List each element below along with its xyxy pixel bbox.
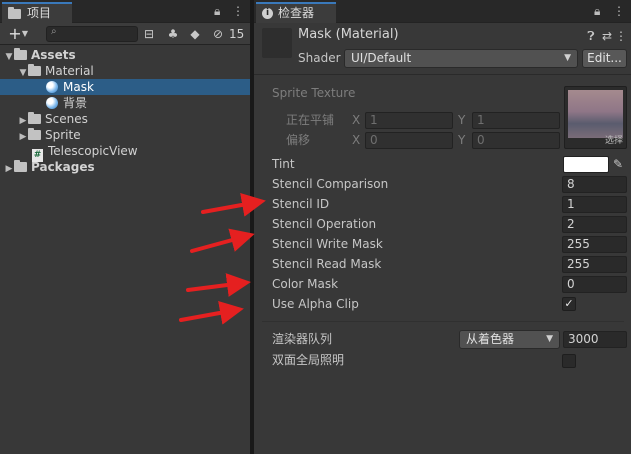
sprite-texture-label: Sprite Texture [272, 86, 356, 100]
tab-inspector-label: 检查器 [278, 6, 315, 20]
tab-inspector[interactable]: i 检查器 [256, 2, 336, 23]
create-dropdown-icon[interactable]: ▼ [19, 26, 31, 42]
edit-shader-button[interactable]: Edit... [582, 49, 627, 68]
header-divider [254, 74, 631, 75]
offset-label: 偏移 [286, 133, 311, 147]
help-icon[interactable]: ❓︎ [584, 28, 598, 44]
tree-item-background[interactable]: 背景 [46, 95, 87, 111]
folder-icon [8, 6, 21, 19]
more-menu-icon[interactable]: ⋮ [232, 4, 244, 18]
shader-value: UI/Default [351, 51, 412, 65]
double-sided-gi-checkbox[interactable] [562, 354, 576, 368]
search-by-type-icon[interactable]: ⊟ [140, 26, 158, 42]
use-alpha-clip-label: Use Alpha Clip [272, 297, 359, 311]
stencil-id-label: Stencil ID [272, 197, 330, 211]
offset-y-field[interactable]: 0 [472, 132, 560, 149]
tree-item-label: Mask [63, 80, 94, 94]
search-input[interactable]: ⌕ [46, 26, 138, 42]
presets-icon[interactable]: ⇄ [600, 28, 614, 44]
tiling-x-label: X [352, 113, 361, 127]
stencil-write-mask-field[interactable]: 255 [562, 236, 627, 253]
stencil-operation-field[interactable]: 2 [562, 216, 627, 233]
color-mask-label: Color Mask [272, 277, 339, 291]
tab-project-label: 项目 [27, 6, 52, 20]
lock-icon[interactable]: 🔒︎ [594, 4, 600, 18]
tree-item-label: Assets [31, 48, 76, 62]
tiling-y-field[interactable]: 1 [472, 112, 560, 129]
tree-item-assets[interactable]: ▼ Assets [4, 47, 76, 63]
tree-item-label: TelescopicView [48, 144, 138, 158]
section-divider [262, 321, 624, 322]
tree-item-telescopicview[interactable]: # TelescopicView [32, 143, 138, 162]
offset-x-label: X [352, 133, 361, 147]
chevron-down-icon: ▼ [564, 53, 571, 63]
shader-dropdown[interactable]: UI/Default ▼ [344, 49, 578, 68]
render-queue-mode: 从着色器 [466, 332, 515, 346]
info-icon: i [262, 8, 273, 19]
search-icon: ⌕ [51, 26, 57, 37]
tree-item-label: Material [45, 64, 94, 78]
lock-icon[interactable]: 🔒︎ [214, 4, 220, 18]
tint-label: Tint [272, 157, 295, 171]
folder-icon [28, 112, 41, 124]
texture-slot[interactable]: 选择 [564, 86, 627, 149]
stencil-comparison-label: Stencil Comparison [272, 177, 389, 191]
tiling-y-label: Y [458, 113, 466, 127]
material-icon [46, 81, 58, 93]
shader-label: Shader [298, 51, 341, 65]
stencil-read-mask-label: Stencil Read Mask [272, 257, 382, 271]
tiling-label: 正在平铺 [286, 113, 335, 127]
tree-item-sprite[interactable]: ▶ Sprite [18, 127, 81, 143]
eyedropper-icon[interactable]: ✎ [610, 156, 626, 172]
texture-thumbnail [568, 90, 623, 138]
stencil-write-mask-label: Stencil Write Mask [272, 237, 383, 251]
render-queue-label: 渲染器队列 [272, 332, 333, 346]
render-queue-field[interactable]: 3000 [563, 331, 627, 348]
tree-item-label: Scenes [45, 112, 88, 126]
collapse-arrow-icon[interactable]: ▶ [18, 129, 28, 145]
collapse-arrow-icon[interactable]: ▶ [4, 161, 14, 177]
component-menu-icon[interactable]: ⋮ [615, 28, 627, 44]
tree-item-material[interactable]: ▼ Material [18, 63, 94, 79]
inspector-header-title: Mask (Material) [298, 27, 399, 42]
offset-y-label: Y [458, 133, 466, 147]
search-by-label-icon[interactable]: ♣ [164, 26, 182, 42]
offset-x-field[interactable]: 0 [365, 132, 453, 149]
folder-open-icon [28, 64, 41, 76]
material-icon [46, 97, 58, 109]
tree-item-label: 背景 [63, 96, 88, 110]
tag-icon[interactable]: ◆ [186, 26, 204, 42]
stencil-id-field[interactable]: 1 [562, 196, 627, 213]
folder-icon [28, 128, 41, 140]
material-preview-icon [262, 28, 292, 58]
more-menu-icon[interactable]: ⋮ [613, 4, 625, 18]
tiling-x-field[interactable]: 1 [365, 112, 453, 129]
stencil-operation-label: Stencil Operation [272, 217, 377, 231]
use-alpha-clip-checkbox[interactable]: ✓ [562, 297, 576, 311]
tint-color-field[interactable] [563, 156, 609, 173]
hidden-packages-icon[interactable]: ⊘ [210, 26, 226, 42]
tree-item-mask[interactable]: Mask [0, 79, 250, 95]
folder-icon [14, 160, 27, 172]
render-queue-dropdown[interactable]: 从着色器 ▼ [459, 330, 560, 349]
color-mask-field[interactable]: 0 [562, 276, 627, 293]
folder-icon [14, 48, 27, 60]
tree-item-packages[interactable]: ▶ Packages [4, 159, 95, 175]
tree-item-scenes[interactable]: ▶ Scenes [18, 111, 88, 127]
tree-item-label: Packages [31, 160, 95, 174]
chevron-down-icon: ▼ [546, 334, 553, 344]
double-sided-gi-label: 双面全局照明 [272, 353, 345, 367]
stencil-comparison-field[interactable]: 8 [562, 176, 627, 193]
expand-arrow-icon[interactable]: ▼ [4, 49, 14, 65]
tree-item-label: Sprite [45, 128, 81, 142]
tab-project[interactable]: 项目 [2, 2, 72, 23]
stencil-read-mask-field[interactable]: 255 [562, 256, 627, 273]
texture-select-label[interactable]: 选择 [605, 136, 623, 146]
hidden-count: 15 [229, 27, 245, 41]
